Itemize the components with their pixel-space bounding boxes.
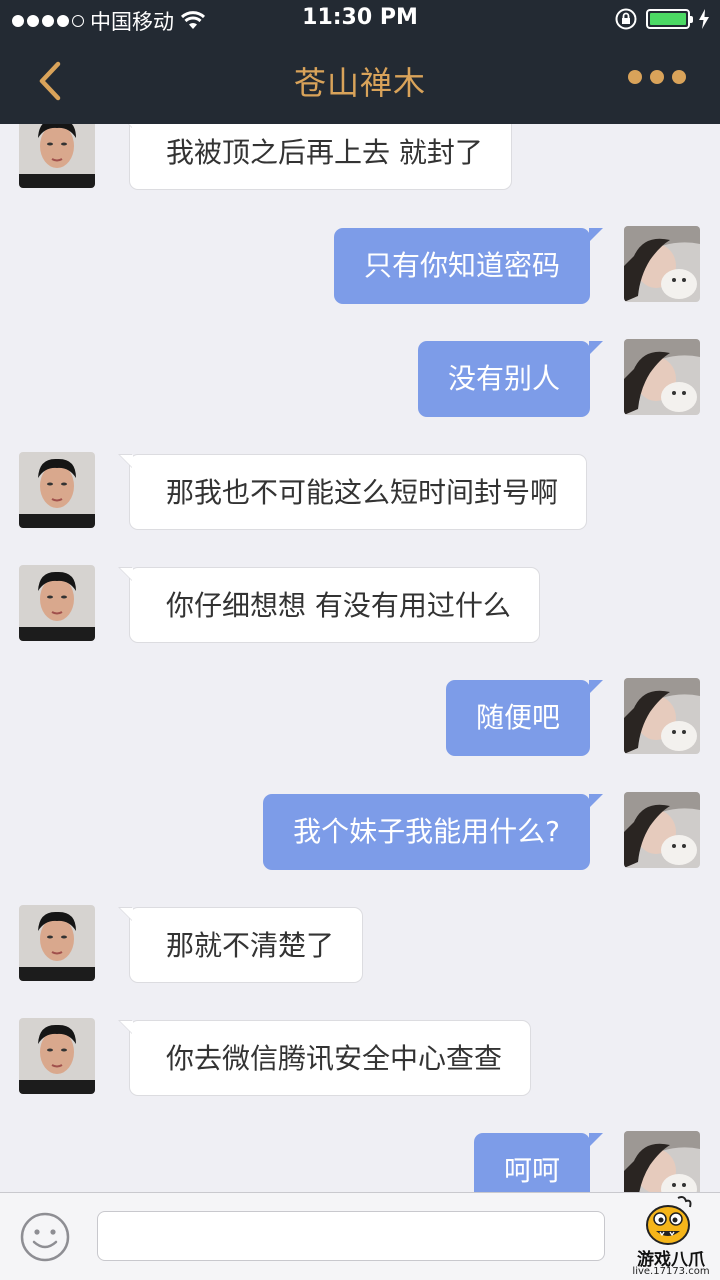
outgoing-message-bubble[interactable]: 我个妹子我能用什么? — [263, 794, 603, 870]
user-avatar[interactable] — [624, 1131, 700, 1192]
incoming-message-bubble[interactable]: 你仔细想想 有没有用过什么 — [118, 567, 540, 643]
rotation-lock-icon — [615, 8, 637, 30]
incoming-message-bubble[interactable]: 那我也不可能这么短时间封号啊 — [117, 454, 588, 530]
message-row: 随便吧 — [0, 678, 720, 758]
incoming-message-bubble[interactable]: 那就不清楚了 — [117, 907, 364, 983]
contact-avatar[interactable] — [19, 1018, 95, 1094]
status-time: 11:30 PM — [302, 5, 418, 30]
message-row: 我个妹子我能用什么? — [0, 792, 720, 872]
outgoing-message-bubble[interactable]: 呵呵 — [473, 1133, 604, 1192]
status-bar: 中国移动 11:30 PM — [0, 0, 720, 40]
more-button[interactable] — [628, 70, 686, 84]
input-bar: 游戏八爪 live.17173.com — [0, 1192, 720, 1280]
contact-avatar[interactable] — [19, 565, 95, 641]
message-row: 呵呵 — [0, 1131, 720, 1192]
message-input[interactable] — [97, 1211, 605, 1261]
contact-avatar[interactable] — [19, 124, 95, 188]
message-row: 你仔细想想 有没有用过什么 — [0, 565, 720, 645]
message-row: 你去微信腾讯安全中心查查 — [0, 1018, 720, 1098]
chat-area[interactable]: 我被顶之后再上去 就封了 只有你知道密码 没有别人 那我也不可能这么短时间封号啊… — [0, 124, 720, 1192]
battery-icon — [646, 9, 693, 29]
top-bar: 中国移动 11:30 PM 苍山禅木 — [0, 0, 720, 124]
watermark: 游戏八爪 live.17173.com — [626, 1195, 716, 1279]
outgoing-message-bubble[interactable]: 只有你知道密码 — [333, 228, 604, 304]
message-row: 那就不清楚了 — [0, 905, 720, 985]
user-avatar[interactable] — [624, 792, 700, 868]
message-row: 那我也不可能这么短时间封号啊 — [0, 452, 720, 532]
outgoing-message-bubble[interactable]: 随便吧 — [445, 680, 604, 756]
user-avatar[interactable] — [624, 226, 700, 302]
message-row: 我被顶之后再上去 就封了 — [0, 124, 720, 192]
contact-avatar[interactable] — [19, 905, 95, 981]
user-avatar[interactable] — [624, 339, 700, 415]
user-avatar[interactable] — [624, 678, 700, 754]
charging-icon — [699, 9, 709, 29]
mascot-logo-icon — [646, 1196, 692, 1245]
more-dots-icon — [628, 70, 642, 84]
incoming-message-bubble[interactable]: 你去微信腾讯安全中心查查 — [117, 1020, 532, 1096]
message-row: 没有别人 — [0, 339, 720, 419]
outgoing-message-bubble[interactable]: 没有别人 — [417, 341, 604, 417]
emoji-icon — [20, 1212, 70, 1262]
emoji-button[interactable] — [19, 1211, 71, 1263]
message-row: 只有你知道密码 — [0, 226, 720, 306]
contact-avatar[interactable] — [19, 452, 95, 528]
watermark-url: live.17173.com — [632, 1266, 710, 1277]
incoming-message-bubble[interactable]: 我被顶之后再上去 就封了 — [118, 124, 512, 190]
chat-title: 苍山禅木 — [293, 64, 426, 102]
